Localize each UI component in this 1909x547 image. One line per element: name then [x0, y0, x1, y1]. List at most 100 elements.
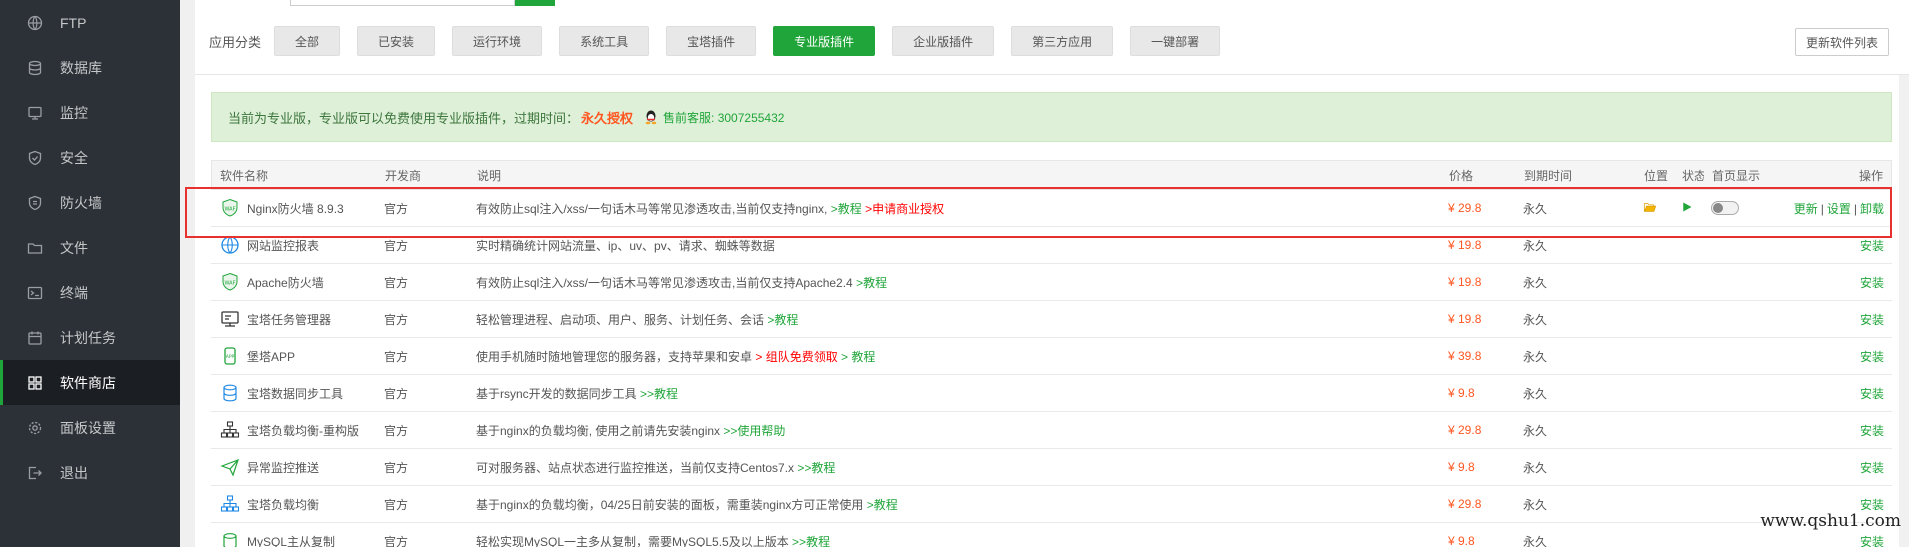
- tutorial-link[interactable]: >教程: [856, 276, 887, 290]
- play-icon[interactable]: [1681, 202, 1693, 216]
- category-one-click-deploy[interactable]: 一键部署: [1130, 26, 1221, 56]
- separator: |: [1820, 201, 1824, 216]
- app-icon: APP: [219, 345, 241, 367]
- table-header: 软件名称 开发商 说明 价格 到期时间 位置 状态 首页显示 操作: [211, 160, 1892, 190]
- app-name: 异常监控推送: [247, 460, 320, 475]
- team-free-link[interactable]: > 组队免费领取: [755, 350, 837, 364]
- sidebar-item-firewall[interactable]: 防火墙: [0, 180, 180, 225]
- firewall-icon: [26, 194, 44, 212]
- description: 基于nginx的负载均衡，04/25日前安装的面板，需重装nginx方可正常使用: [476, 497, 864, 512]
- tutorial-link[interactable]: >>教程: [797, 461, 835, 475]
- developer: 官方: [384, 534, 409, 547]
- install-button[interactable]: 安装: [1860, 350, 1884, 364]
- permanent-license: 永久授权: [581, 110, 634, 126]
- description: 实时精确统计网站流量、ip、uv、pv、请求、蜘蛛等数据: [476, 238, 775, 253]
- sidebar-item-label: 文件: [60, 239, 88, 256]
- tutorial-link[interactable]: >>教程: [640, 387, 678, 401]
- sidebar-item-database[interactable]: 数据库: [0, 45, 180, 90]
- sidebar-item-cron[interactable]: 计划任务: [0, 315, 180, 360]
- developer: 官方: [384, 275, 409, 290]
- expire: 永久: [1523, 423, 1548, 438]
- search-button[interactable]: [515, 0, 555, 6]
- price: ¥ 9.8: [1448, 460, 1475, 474]
- sidebar-item-ftp[interactable]: FTP: [0, 0, 180, 45]
- header-name: 软件名称: [220, 168, 269, 183]
- watermark: www.qshu1.com: [1760, 511, 1901, 531]
- table-row: 异常监控推送 官方 可对服务器、站点状态进行监控推送，当前仅支持Centos7.…: [211, 449, 1892, 486]
- install-button[interactable]: 安装: [1860, 239, 1884, 253]
- software-table: 软件名称 开发商 说明 价格 到期时间 位置 状态 首页显示 操作 WAF Ng…: [211, 160, 1892, 547]
- sidebar-item-logout[interactable]: 退出: [0, 450, 180, 495]
- price: ¥ 29.8: [1448, 423, 1482, 437]
- developer: 官方: [384, 312, 409, 327]
- globe-icon: [26, 14, 44, 32]
- category-all[interactable]: 全部: [274, 26, 341, 56]
- category-enterprise-plugins[interactable]: 企业版插件: [892, 26, 995, 56]
- description: 基于rsync开发的数据同步工具: [476, 386, 637, 401]
- table-row: 宝塔负载均衡 官方 基于nginx的负载均衡，04/25日前安装的面板，需重装n…: [211, 486, 1892, 523]
- calendar-icon: [26, 329, 44, 347]
- refresh-software-list-button[interactable]: 更新软件列表: [1794, 28, 1889, 56]
- settings-button[interactable]: 设置: [1827, 202, 1851, 216]
- category-installed[interactable]: 已安装: [357, 26, 436, 56]
- description: 有效防止sql注入/xss/一句话木马等常见渗透攻击,当前仅支持nginx,: [476, 201, 828, 216]
- sidebar-item-label: 面板设置: [60, 419, 116, 436]
- expire: 永久: [1523, 349, 1548, 364]
- help-link[interactable]: >>使用帮助: [723, 424, 785, 438]
- tutorial-link[interactable]: >>教程: [792, 535, 830, 547]
- install-button[interactable]: 安装: [1860, 535, 1884, 547]
- tutorial-link[interactable]: >教程: [867, 498, 898, 512]
- app-name: Nginx防火墙 8.9.3: [247, 201, 344, 216]
- folder-icon: [26, 239, 44, 257]
- table-row: 网站监控报表 官方 实时精确统计网站流量、ip、uv、pv、请求、蜘蛛等数据 ¥…: [211, 227, 1892, 264]
- search-input[interactable]: [290, 0, 515, 6]
- open-folder-icon[interactable]: [1643, 202, 1657, 217]
- sidebar-item-soft-store[interactable]: 软件商店: [0, 360, 180, 405]
- install-button[interactable]: 安装: [1860, 276, 1884, 290]
- category-system-tools[interactable]: 系统工具: [559, 26, 650, 56]
- app-name: MySQL主从复制: [247, 534, 336, 547]
- tutorial-link[interactable]: > 教程: [841, 350, 875, 364]
- price: ¥ 9.8: [1448, 386, 1475, 400]
- sidebar-item-files[interactable]: 文件: [0, 225, 180, 270]
- category-runtime[interactable]: 运行环境: [452, 26, 543, 56]
- gear-icon: [26, 419, 44, 437]
- sidebar-item-security[interactable]: 安全: [0, 135, 180, 180]
- category-third-party[interactable]: 第三方应用: [1011, 26, 1114, 56]
- sidebar-item-label: 数据库: [60, 59, 102, 76]
- header-status: 状态: [1682, 168, 1704, 183]
- mysql-icon: [219, 530, 241, 547]
- price: ¥ 29.8: [1448, 497, 1482, 511]
- category-bt-plugins[interactable]: 宝塔插件: [666, 26, 757, 56]
- sidebar-item-label: 退出: [60, 464, 88, 481]
- sidebar-item-terminal[interactable]: 终端: [0, 270, 180, 315]
- globe-icon: [219, 234, 241, 256]
- install-button[interactable]: 安装: [1860, 313, 1884, 327]
- install-button[interactable]: 安装: [1860, 387, 1884, 401]
- app-name: 宝塔负载均衡: [247, 497, 320, 512]
- qq-icon[interactable]: [643, 109, 659, 125]
- network-icon: [219, 493, 241, 515]
- database-icon: [219, 382, 241, 404]
- scrollbar[interactable]: [1899, 75, 1909, 547]
- tutorial-link[interactable]: >教程: [831, 202, 862, 216]
- sidebar-item-monitor[interactable]: 监控: [0, 90, 180, 135]
- install-button[interactable]: 安装: [1860, 498, 1884, 512]
- terminal-icon: [26, 284, 44, 302]
- price: ¥ 19.8: [1448, 275, 1482, 289]
- install-button[interactable]: 安装: [1860, 461, 1884, 475]
- install-button[interactable]: 安装: [1860, 424, 1884, 438]
- notice-text: 当前为专业版，专业版可以免费使用专业版插件，过期时间：: [228, 110, 580, 126]
- table-row: 宝塔任务管理器 官方 轻松管理进程、启动项、用户、服务、计划任务、会话 >教程 …: [211, 301, 1892, 338]
- expire: 永久: [1523, 534, 1548, 547]
- description: 轻松实现MySQL一主多从复制，需要MySQL5.5及以上版本: [476, 534, 789, 547]
- update-button[interactable]: 更新: [1794, 202, 1818, 216]
- home-display-toggle[interactable]: [1711, 201, 1739, 216]
- apply-license-link[interactable]: >申请商业授权: [865, 202, 944, 216]
- uninstall-button[interactable]: 卸载: [1860, 202, 1884, 216]
- sidebar-item-settings[interactable]: 面板设置: [0, 405, 180, 450]
- expire: 永久: [1523, 497, 1548, 512]
- tutorial-link[interactable]: >教程: [767, 313, 798, 327]
- sidebar-item-label: FTP: [60, 14, 87, 31]
- category-pro-plugins[interactable]: 专业版插件: [773, 26, 876, 56]
